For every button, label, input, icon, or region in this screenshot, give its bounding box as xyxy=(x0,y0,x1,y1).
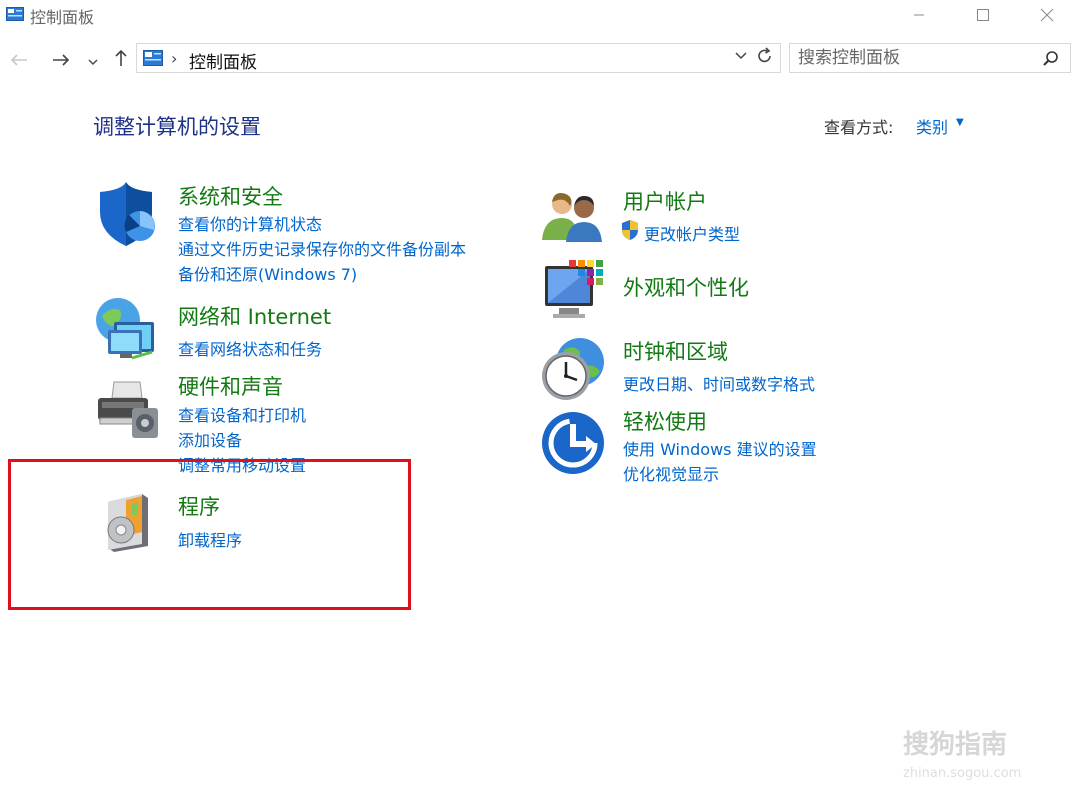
link-recommended-settings[interactable]: 使用 Windows 建议的设置 xyxy=(623,436,817,460)
shield-icon[interactable] xyxy=(96,182,160,248)
clock-icon[interactable] xyxy=(540,336,606,402)
view-by-dropdown[interactable]: 类别 xyxy=(916,114,948,138)
category-network-internet[interactable]: 网络和 Internet xyxy=(178,301,331,331)
watermark: 搜狗指南 xyxy=(903,730,1008,760)
control-panel-icon xyxy=(6,7,24,21)
breadcrumb-item[interactable]: 控制面板 xyxy=(189,48,257,73)
page-title: 调整计算机的设置 xyxy=(93,115,261,139)
close-button[interactable] xyxy=(1024,0,1070,30)
link-backup-restore[interactable]: 备份和还原(Windows 7) xyxy=(178,261,357,285)
highlight-box xyxy=(8,459,411,610)
ease-of-access-icon[interactable] xyxy=(540,410,606,476)
back-button[interactable] xyxy=(8,50,30,70)
search-box[interactable] xyxy=(789,43,1071,73)
uac-shield-icon xyxy=(622,220,638,240)
category-appearance[interactable]: 外观和个性化 xyxy=(623,272,749,302)
maximize-icon xyxy=(977,9,989,21)
category-system-security[interactable]: 系统和安全 xyxy=(178,181,283,211)
category-clock-region[interactable]: 时钟和区域 xyxy=(623,336,728,366)
address-dropdown-button[interactable] xyxy=(735,48,747,64)
search-input[interactable] xyxy=(798,47,1028,69)
users-icon[interactable] xyxy=(542,190,606,244)
category-hardware-sound[interactable]: 硬件和声音 xyxy=(178,371,283,401)
chevron-down-icon xyxy=(735,52,747,60)
recent-locations-button[interactable] xyxy=(86,52,100,72)
printer-icon[interactable] xyxy=(96,378,160,440)
breadcrumb-separator: › xyxy=(171,49,178,68)
close-icon xyxy=(1040,8,1054,22)
refresh-icon xyxy=(758,47,771,63)
arrow-left-icon xyxy=(10,54,27,66)
control-panel-icon xyxy=(143,50,163,66)
forward-button[interactable] xyxy=(50,50,72,70)
link-devices-printers[interactable]: 查看设备和打印机 xyxy=(178,402,306,426)
search-icon[interactable] xyxy=(1042,50,1060,68)
arrow-right-icon xyxy=(53,54,70,66)
link-change-date-time-format[interactable]: 更改日期、时间或数字格式 xyxy=(623,371,815,395)
category-user-accounts[interactable]: 用户帐户 xyxy=(623,186,707,216)
address-bar[interactable]: › 控制面板 xyxy=(136,43,781,73)
chevron-down-icon xyxy=(88,59,98,65)
link-network-status[interactable]: 查看网络状态和任务 xyxy=(178,336,322,360)
minimize-icon xyxy=(914,14,924,16)
network-icon[interactable] xyxy=(94,296,162,362)
maximize-button[interactable] xyxy=(960,0,1006,30)
up-button[interactable] xyxy=(110,48,132,68)
watermark-url: zhinan.sogou.com xyxy=(903,766,1022,781)
link-change-account-type[interactable]: 更改帐户类型 xyxy=(644,221,740,245)
view-by-label: 查看方式: xyxy=(824,118,894,137)
window-title: 控制面板 xyxy=(30,8,95,27)
minimize-button[interactable] xyxy=(896,0,942,30)
title-bar: 控制面板 xyxy=(0,0,1080,30)
arrow-up-icon xyxy=(115,49,127,66)
dropdown-caret-icon[interactable]: ▼ xyxy=(956,117,964,128)
link-optimize-display[interactable]: 优化视觉显示 xyxy=(623,461,719,485)
category-ease-of-access[interactable]: 轻松使用 xyxy=(623,406,707,436)
link-file-history-backup[interactable]: 通过文件历史记录保存你的文件备份副本 xyxy=(178,236,466,260)
link-view-computer-status[interactable]: 查看你的计算机状态 xyxy=(178,211,322,235)
link-add-device[interactable]: 添加设备 xyxy=(178,427,242,451)
refresh-button[interactable] xyxy=(757,47,773,70)
appearance-icon[interactable] xyxy=(543,258,607,324)
